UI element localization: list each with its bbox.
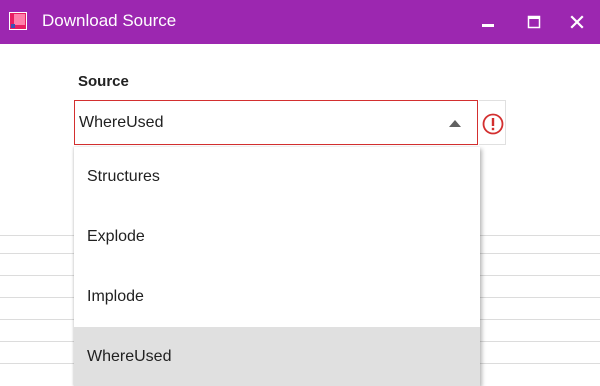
exclamation-circle-icon bbox=[482, 113, 504, 135]
minimize-button[interactable] bbox=[465, 0, 511, 44]
option-implode[interactable]: Implode bbox=[74, 267, 480, 327]
source-select-value: WhereUsed bbox=[79, 114, 164, 131]
option-explode[interactable]: Explode bbox=[74, 207, 480, 267]
source-dropdown-list: Structures Explode Implode WhereUsed bbox=[74, 147, 480, 386]
source-select[interactable]: WhereUsed bbox=[74, 100, 478, 145]
option-label: Explode bbox=[87, 228, 145, 245]
error-indicator bbox=[479, 100, 506, 145]
close-button[interactable] bbox=[554, 0, 600, 44]
option-label: WhereUsed bbox=[87, 348, 172, 365]
option-label: Implode bbox=[87, 288, 144, 305]
option-label: Structures bbox=[87, 168, 160, 185]
window-title: Download Source bbox=[42, 11, 177, 30]
option-structures[interactable]: Structures bbox=[74, 147, 480, 207]
app-icon bbox=[9, 12, 27, 30]
dropdown-arrow-icon[interactable] bbox=[449, 119, 461, 127]
close-icon bbox=[570, 15, 584, 29]
option-whereused[interactable]: WhereUsed bbox=[74, 327, 480, 386]
title-bar: Download Source bbox=[0, 0, 600, 44]
source-label: Source bbox=[78, 73, 129, 90]
minimize-icon bbox=[482, 24, 494, 27]
maximize-button[interactable] bbox=[511, 0, 557, 44]
maximize-icon bbox=[527, 15, 541, 29]
